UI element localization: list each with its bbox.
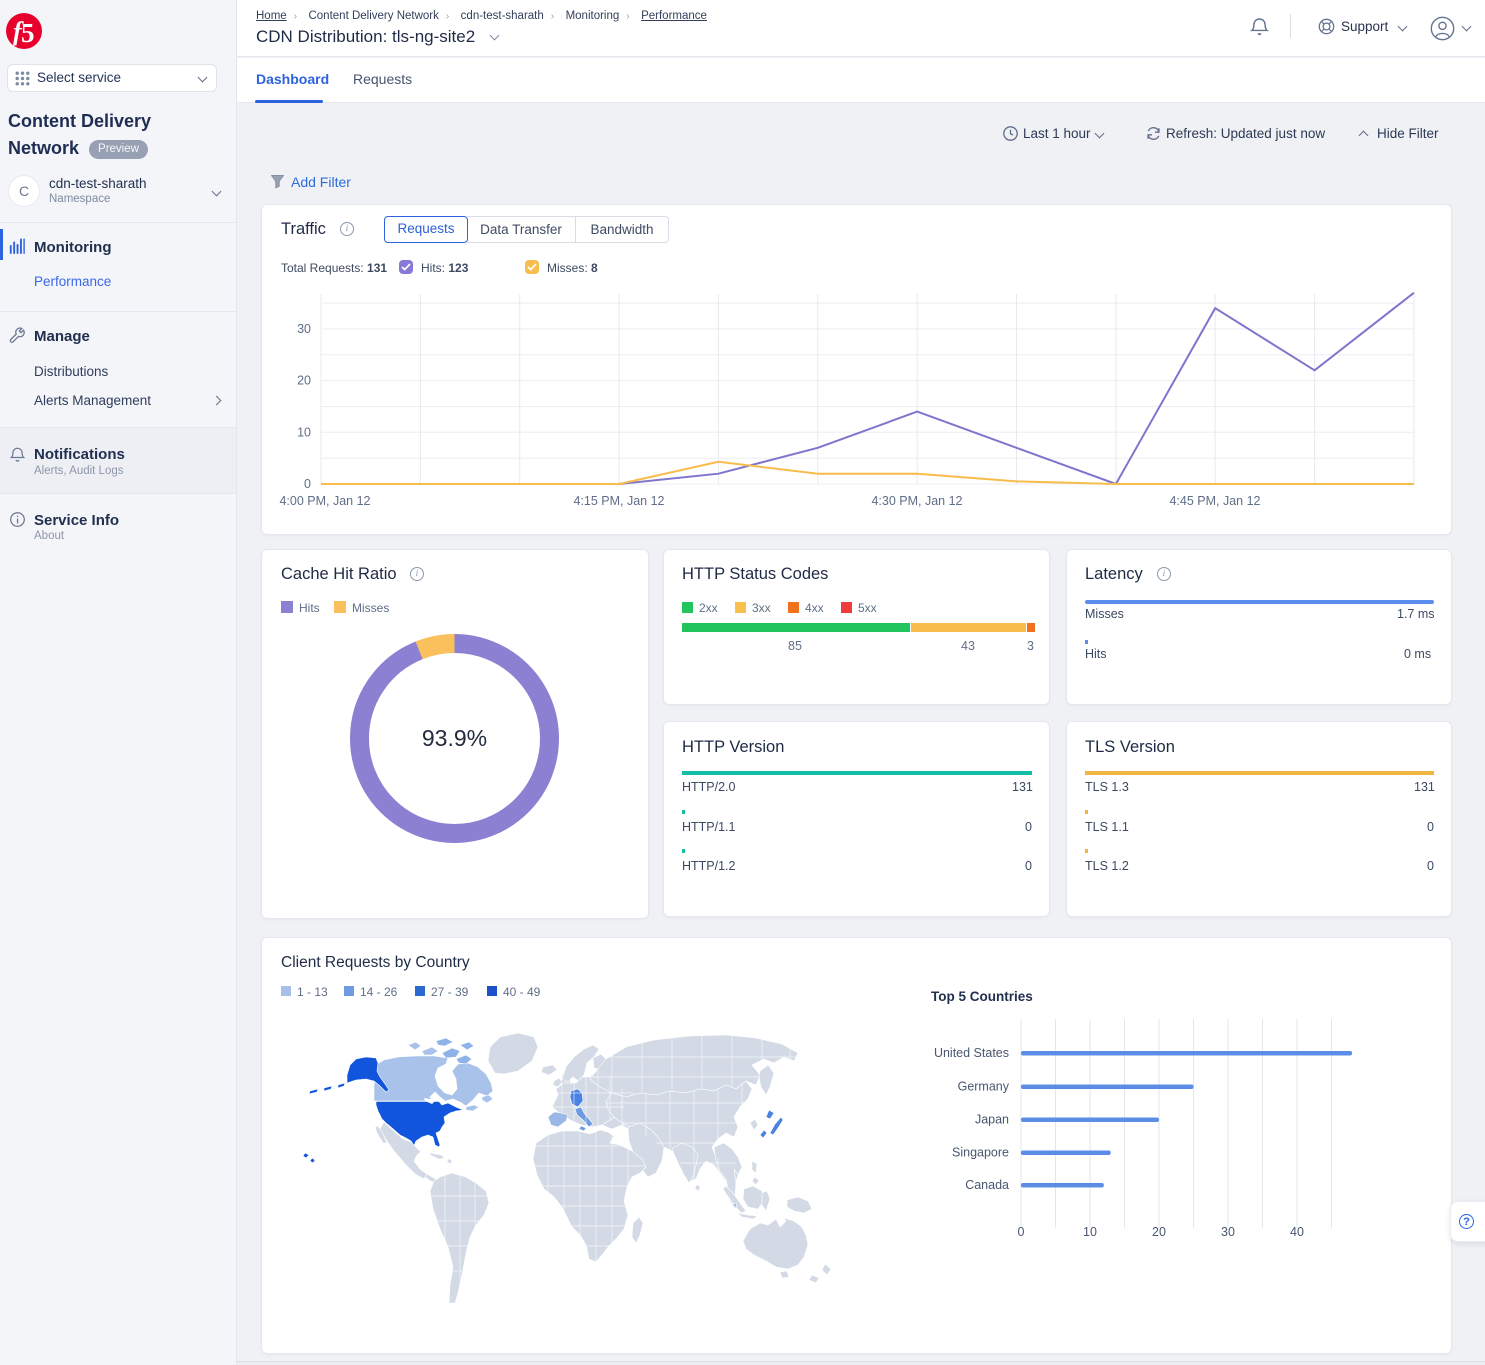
svg-text:30: 30 bbox=[297, 322, 311, 336]
svg-text:5: 5 bbox=[21, 18, 35, 48]
svg-text:10: 10 bbox=[1083, 1225, 1097, 1239]
svg-text:0: 0 bbox=[1018, 1225, 1025, 1239]
svg-text:Singapore: Singapore bbox=[952, 1146, 1009, 1160]
svg-text:40: 40 bbox=[1290, 1225, 1304, 1239]
svg-text:20: 20 bbox=[1152, 1225, 1166, 1239]
svg-text:Japan: Japan bbox=[975, 1113, 1009, 1127]
svg-text:93.9%: 93.9% bbox=[422, 725, 487, 751]
svg-text:4:45 PM, Jan 12: 4:45 PM, Jan 12 bbox=[1169, 494, 1260, 508]
svg-text:4:15 PM, Jan 12: 4:15 PM, Jan 12 bbox=[573, 494, 664, 508]
svg-text:United States: United States bbox=[934, 1046, 1009, 1060]
svg-text:0: 0 bbox=[304, 477, 311, 491]
svg-text:4:00 PM, Jan 12: 4:00 PM, Jan 12 bbox=[279, 494, 370, 508]
svg-text:4:30 PM, Jan 12: 4:30 PM, Jan 12 bbox=[871, 494, 962, 508]
svg-text:20: 20 bbox=[297, 374, 311, 388]
svg-text:Canada: Canada bbox=[965, 1178, 1009, 1192]
svg-text:30: 30 bbox=[1221, 1225, 1235, 1239]
svg-text:Germany: Germany bbox=[958, 1080, 1010, 1094]
svg-text:10: 10 bbox=[297, 425, 311, 439]
